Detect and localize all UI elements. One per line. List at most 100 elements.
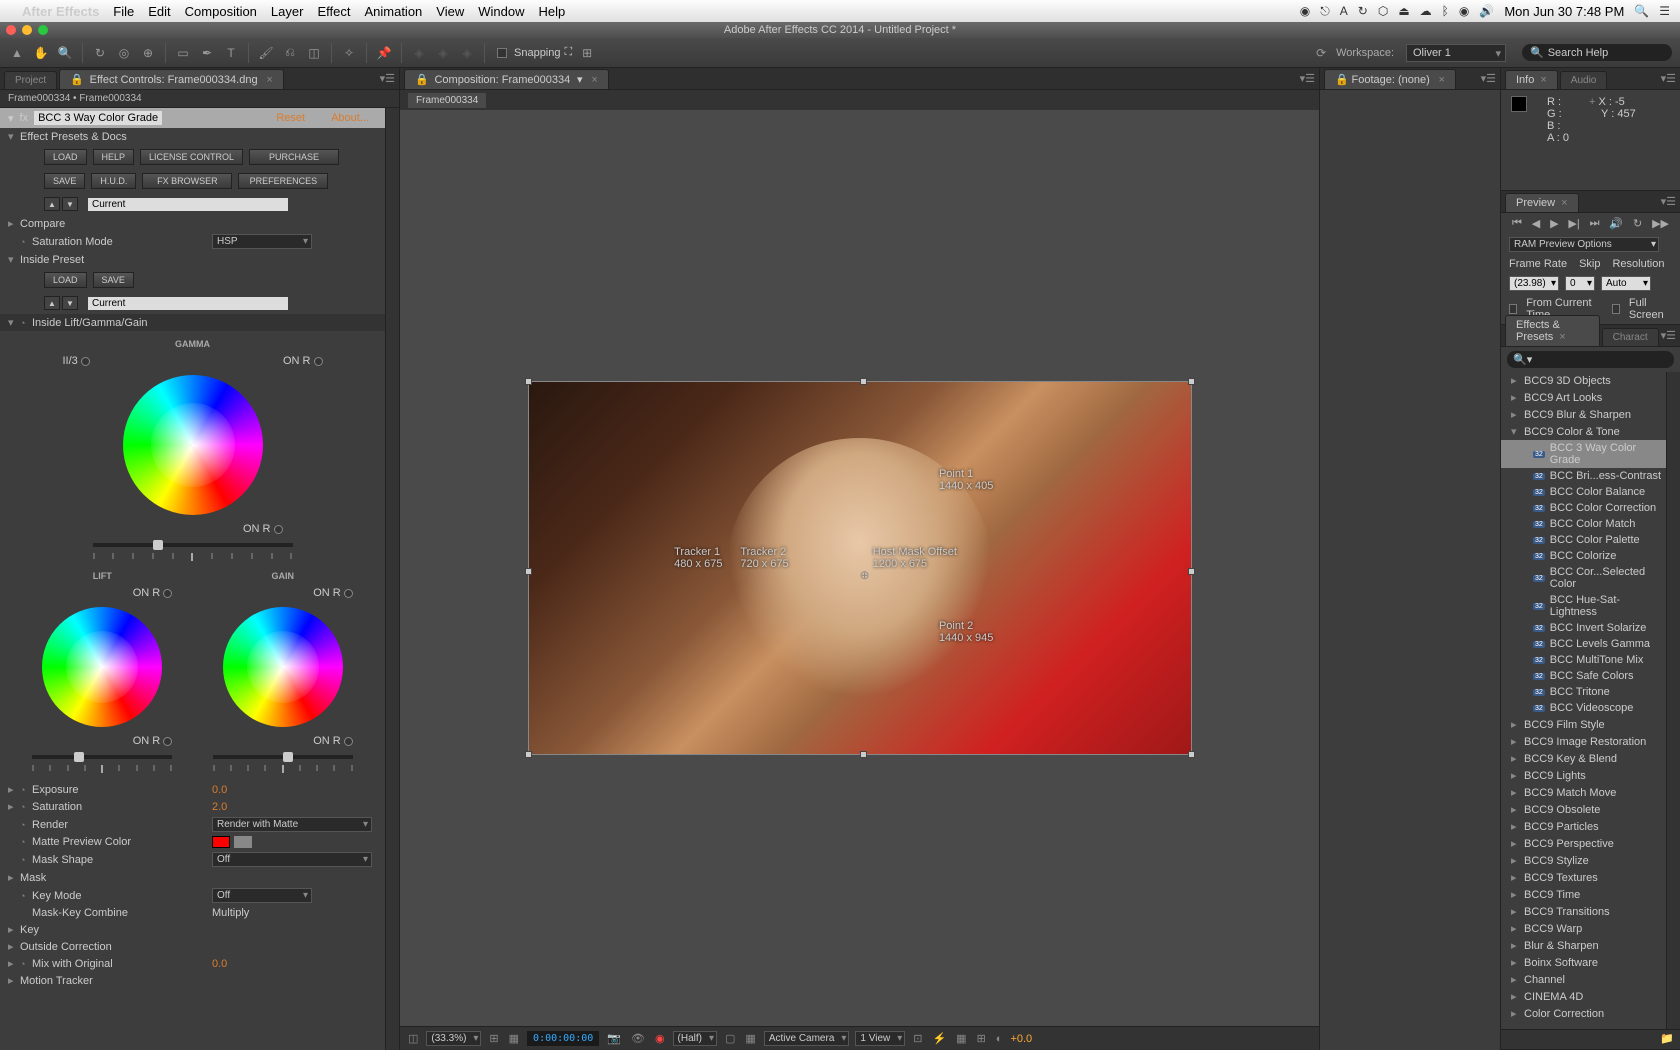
ep-effect-item[interactable]: 32BCC Safe Colors — [1501, 668, 1666, 684]
selection-tool[interactable]: ▲ — [8, 44, 26, 62]
twirl-icon[interactable]: ▾ — [8, 112, 14, 125]
snapshot-icon[interactable]: 📷 — [605, 1032, 623, 1045]
stopwatch-icon[interactable]: ◔ — [20, 820, 32, 830]
point2-overlay[interactable]: Point 21440 x 945 — [939, 620, 993, 644]
menu-file[interactable]: File — [113, 4, 134, 19]
snapping-checkbox[interactable] — [497, 48, 507, 58]
gain-onr-toggle-2[interactable]: ON R — [313, 735, 353, 747]
clock[interactable]: Mon Jun 30 7:48 PM — [1504, 4, 1624, 19]
mix-value[interactable]: 0.0 — [212, 958, 227, 970]
volume-icon[interactable]: 🔊 — [1479, 4, 1494, 18]
ram-options-dropdown[interactable]: RAM Preview Options — [1509, 237, 1659, 252]
twirl-icon[interactable]: ▸ — [8, 957, 20, 970]
ep-group[interactable]: ▸Color Correction — [1501, 1005, 1666, 1022]
lift-onr-toggle[interactable]: ON R — [133, 587, 173, 599]
clone-tool[interactable]: ⎌ — [281, 44, 299, 62]
ep-group[interactable]: ▸Channel — [1501, 971, 1666, 988]
lift-slider-thumb[interactable] — [74, 752, 84, 762]
zoom-button[interactable] — [38, 25, 48, 35]
ep-group[interactable]: ▸BCC9 Particles — [1501, 818, 1666, 835]
panel-menu-icon[interactable]: ▾☰ — [1481, 72, 1496, 85]
prev-inside-button[interactable]: ▲ — [44, 296, 60, 310]
view-axis[interactable]: ◈ — [458, 44, 476, 62]
ep-effect-item[interactable]: 32BCC Color Palette — [1501, 532, 1666, 548]
menu-layer[interactable]: Layer — [271, 4, 304, 19]
canvas[interactable]: Tracker 1480 x 675 Tracker 2720 x 675 Ho… — [528, 381, 1192, 755]
timeline-icon[interactable]: ▦ — [954, 1032, 968, 1045]
menu-composition[interactable]: Composition — [185, 4, 257, 19]
eyedropper-icon[interactable] — [234, 836, 252, 848]
scrollbar[interactable] — [385, 108, 399, 1050]
rect-tool[interactable]: ▭ — [174, 44, 192, 62]
transparency-icon[interactable]: ▦ — [743, 1032, 757, 1045]
render-dropdown[interactable]: Render with Matte — [212, 817, 372, 832]
hand-tool[interactable]: ✋ — [32, 44, 50, 62]
tracker2-overlay[interactable]: Tracker 2720 x 675 — [740, 546, 788, 570]
current-time[interactable]: 0:00:00:00 — [527, 1031, 599, 1046]
workspace-dropdown[interactable]: Oliver 1 — [1406, 44, 1506, 62]
close-tab-icon[interactable]: × — [1439, 74, 1445, 86]
eject-icon[interactable]: ⏏ — [1398, 4, 1409, 18]
menubar-icon[interactable]: ⎋ — [1320, 4, 1330, 19]
panel-menu-icon[interactable]: ▾☰ — [1300, 72, 1315, 85]
tracker1-overlay[interactable]: Tracker 1480 x 675 — [674, 546, 722, 570]
text-icon[interactable]: A — [1340, 4, 1348, 18]
load-button[interactable]: LOAD — [44, 149, 87, 165]
gain-slider-thumb[interactable] — [283, 752, 293, 762]
tab-info[interactable]: Info× — [1505, 70, 1558, 89]
onr-toggle[interactable]: ON R — [283, 355, 323, 367]
menu-help[interactable]: Help — [538, 4, 565, 19]
ep-group[interactable]: ▸BCC9 Textures — [1501, 869, 1666, 886]
prev-preset-button[interactable]: ▲ — [44, 197, 60, 211]
close-tab-icon[interactable]: × — [266, 74, 272, 86]
ep-effect-item[interactable]: 32BCC Levels Gamma — [1501, 636, 1666, 652]
matte-color-swatch[interactable] — [212, 836, 230, 848]
from-current-checkbox[interactable] — [1509, 304, 1517, 314]
exposure-value[interactable]: 0.0 — [212, 784, 227, 796]
ep-effect-item[interactable]: 32BCC Bri...ess-Contrast — [1501, 468, 1666, 484]
zoom-tool[interactable]: 🔍 — [56, 44, 74, 62]
onr-toggle-2[interactable]: ON R — [243, 523, 283, 535]
gain-wheel[interactable]: + — [223, 607, 343, 727]
twirl-icon[interactable]: ▾ — [8, 253, 20, 266]
effects-search[interactable]: 🔍▾ — [1507, 351, 1674, 368]
toggle-alpha-icon[interactable]: ▦ — [507, 1032, 521, 1045]
about-link[interactable]: About... — [331, 112, 369, 124]
roi-icon[interactable]: ▢ — [723, 1032, 737, 1045]
resolution-dropdown[interactable]: (Half) — [673, 1031, 717, 1046]
menu-view[interactable]: View — [436, 4, 464, 19]
ep-group[interactable]: ▸BCC9 Perspective — [1501, 835, 1666, 852]
stopwatch-icon[interactable]: ◔ — [20, 891, 32, 901]
pan-behind-tool[interactable]: ⊕ — [139, 44, 157, 62]
ii3-toggle[interactable]: II/3 — [63, 355, 90, 367]
panel-menu-icon[interactable]: ▾☰ — [380, 72, 395, 85]
comp-dropdown-icon[interactable]: ▾ — [577, 74, 583, 86]
lift-wheel[interactable]: + — [42, 607, 162, 727]
skip-dropdown[interactable]: 0 — [1565, 276, 1595, 291]
spotlight-icon[interactable]: 🔍 — [1634, 4, 1649, 18]
play-button[interactable]: ▶ — [1550, 217, 1558, 230]
panel-menu-icon[interactable]: ▾☰ — [1661, 329, 1676, 342]
show-snapshot-icon[interactable]: 👁 — [629, 1032, 647, 1045]
menu-animation[interactable]: Animation — [364, 4, 422, 19]
snap-options-icon[interactable]: ⛶ — [565, 46, 573, 59]
dropbox-icon[interactable]: ⬡ — [1378, 4, 1388, 18]
panel-menu-icon[interactable]: ▾☰ — [1661, 195, 1676, 208]
twirl-icon[interactable]: ▾ — [8, 130, 20, 143]
stopwatch-icon[interactable]: ◔ — [20, 837, 32, 847]
eraser-tool[interactable]: ◫ — [305, 44, 323, 62]
sat-mode-dropdown[interactable]: HSP — [212, 234, 312, 249]
ep-group[interactable]: ▸BCC9 Blur & Sharpen — [1501, 406, 1666, 423]
twirl-icon[interactable]: ▾ — [8, 316, 20, 329]
rotate-tool[interactable]: ↻ — [91, 44, 109, 62]
gamma-slider-thumb[interactable] — [153, 540, 163, 550]
ep-effect-item[interactable]: 32BCC Hue-Sat-Lightness — [1501, 592, 1666, 620]
mute-button[interactable]: 🔊 — [1609, 217, 1623, 230]
lock-icon[interactable]: 🔒 — [1335, 74, 1349, 86]
twirl-icon[interactable]: ▸ — [8, 783, 20, 796]
transform-handle[interactable] — [860, 751, 867, 758]
help-button[interactable]: HELP — [93, 149, 135, 165]
comp-subtab[interactable]: Frame000334 — [408, 93, 486, 108]
twirl-icon[interactable]: ▸ — [8, 923, 20, 936]
sync-icon[interactable]: ↻ — [1358, 4, 1368, 18]
